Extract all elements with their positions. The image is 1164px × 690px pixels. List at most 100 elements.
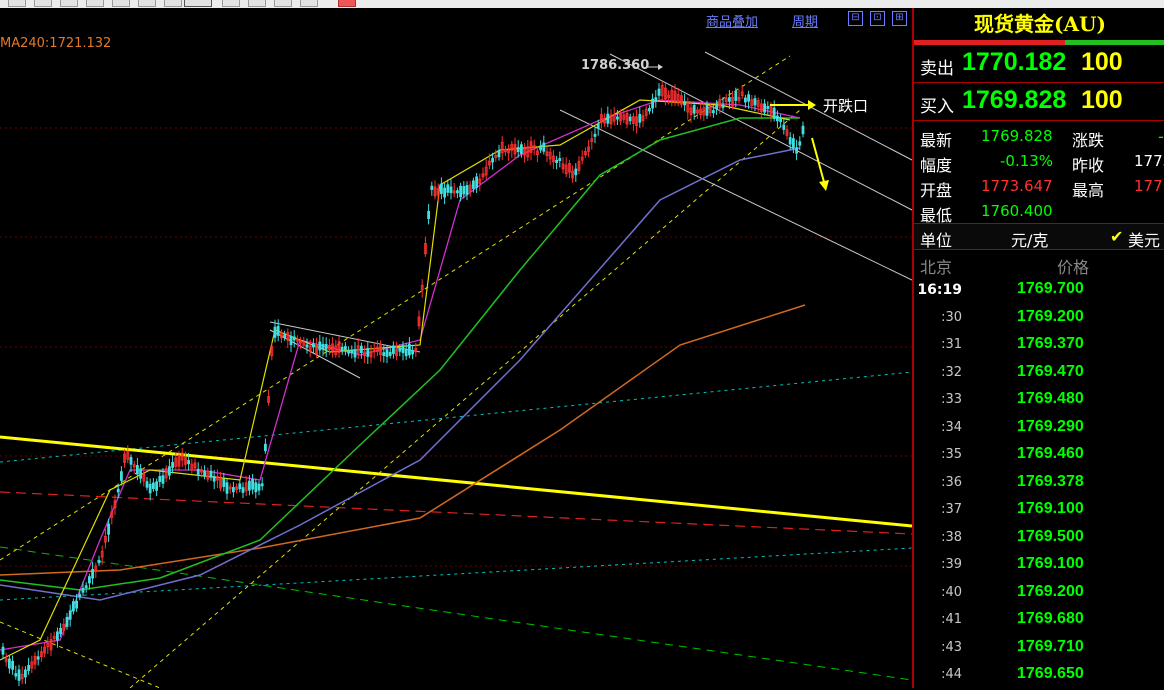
low-label: 最低 [920, 206, 953, 225]
candle-body [187, 460, 191, 465]
candle-body [683, 101, 686, 106]
candle-body [596, 123, 600, 129]
buy-label: 买入 [920, 97, 954, 117]
candle-body [97, 559, 101, 564]
candle-body [231, 487, 235, 493]
candlestick-chart[interactable] [0, 8, 912, 688]
candle-body [657, 88, 661, 96]
tick-row: :41 1769.680 [914, 607, 1164, 635]
unit-row: 单位 元/克 ✔ 美元 [914, 224, 1164, 250]
scroll-right-icon[interactable]: ⊡ [870, 11, 885, 26]
toolbar-button[interactable] [248, 0, 266, 7]
candle-body [401, 344, 405, 354]
tick-time: :32 [941, 364, 962, 380]
candle-body [430, 185, 434, 190]
candle-body [353, 349, 357, 358]
overlay-commodity-link[interactable]: 商品叠加 [706, 11, 758, 30]
tick-price: 1769.378 [1017, 472, 1084, 490]
tick-price: 1769.290 [1017, 417, 1084, 435]
candle-body [462, 186, 466, 195]
tick-row: :36 1769.378 [914, 470, 1164, 498]
candle-body [273, 326, 277, 338]
toolbar-button[interactable] [86, 0, 104, 7]
tick-row: :44 1769.650 [914, 662, 1164, 690]
col-price-header: 价格 [1057, 258, 1090, 277]
tick-time: :41 [941, 612, 962, 627]
candle-body [772, 107, 776, 119]
tick-row: :30 1769.200 [914, 305, 1164, 333]
candle-body [68, 610, 72, 620]
candle-body [155, 481, 159, 491]
candle-body [88, 576, 91, 584]
candle-body [78, 594, 82, 598]
tick-list[interactable]: 16:19 1769.700:30 1769.200:31 1769.370:32 17… [914, 277, 1164, 690]
col-time-header: 北京 [920, 258, 953, 277]
instrument-title: 现货黄金(AU) [974, 12, 1106, 36]
candle-body [721, 104, 725, 108]
candle-body [439, 183, 443, 194]
candle-body [135, 465, 139, 475]
period-link[interactable]: 周期 [792, 11, 818, 30]
candle-body [411, 350, 415, 355]
tick-time: :34 [941, 419, 962, 435]
tick-time: :43 [941, 639, 962, 655]
buy-price: 1769.828 [962, 86, 1067, 114]
toolbar-button[interactable] [274, 0, 292, 7]
candle-body [212, 476, 216, 482]
candle-body [385, 349, 389, 357]
tick-price: 1769.500 [1017, 527, 1084, 545]
currency-label[interactable]: 美元 [1128, 227, 1160, 251]
toolbar-button[interactable] [138, 0, 156, 7]
candle-body [497, 150, 501, 158]
candle-body [628, 116, 632, 122]
layout-icon[interactable]: ⊞ [892, 11, 907, 26]
candle-body [263, 443, 267, 452]
currency-check-icon[interactable]: ✔ [1110, 227, 1123, 246]
toolbar-button[interactable] [222, 0, 240, 7]
candle-body [91, 569, 94, 579]
candle-body [289, 335, 293, 346]
unit-value: 元/克 [1011, 231, 1049, 250]
candle-body [542, 142, 546, 152]
candle-body [471, 180, 475, 189]
candle-body [404, 349, 408, 357]
toolbar-button[interactable] [164, 0, 182, 7]
candle-body [343, 346, 347, 351]
candle-body [459, 185, 463, 198]
candle-body [324, 344, 328, 350]
candle-body [65, 616, 69, 627]
tick-list-header: 北京 价格 [914, 250, 1164, 277]
candle-body [260, 483, 264, 487]
candle-body [475, 176, 479, 188]
candle-body [593, 133, 597, 137]
scroll-left-icon[interactable]: ⊟ [848, 11, 863, 26]
tick-price: 1769.480 [1017, 390, 1084, 407]
sell-quote-row: 卖出 1770.182 100 [914, 45, 1164, 83]
tick-row: :37 1769.100 [914, 497, 1164, 525]
candle-body [129, 457, 133, 465]
tick-row: :32 1769.470 [914, 360, 1164, 388]
candle-body [539, 145, 542, 151]
toolbar-button[interactable] [300, 0, 318, 7]
sell-label: 卖出 [920, 59, 954, 79]
candle-body [516, 147, 520, 152]
tick-row: 16:19 1769.700 [914, 277, 1164, 305]
candle-body [321, 343, 325, 349]
toolbar-button[interactable] [8, 0, 26, 7]
toolbar-button[interactable] [34, 0, 52, 7]
toolbar-button[interactable] [112, 0, 130, 7]
tick-row: :39 1769.100 [914, 552, 1164, 580]
open-label: 开盘 [920, 181, 953, 200]
close-icon[interactable] [338, 0, 356, 7]
candle-body [779, 118, 782, 123]
candle-body [14, 673, 18, 677]
toolbar-button[interactable] [60, 0, 78, 7]
candle-body [350, 349, 354, 354]
candle-body [254, 482, 258, 493]
candle-body [692, 104, 696, 114]
candle-body [241, 487, 245, 493]
candle-body [17, 669, 21, 681]
candle-body [763, 103, 766, 113]
candle-body [443, 187, 447, 198]
toolbar-button-active[interactable] [184, 0, 212, 7]
